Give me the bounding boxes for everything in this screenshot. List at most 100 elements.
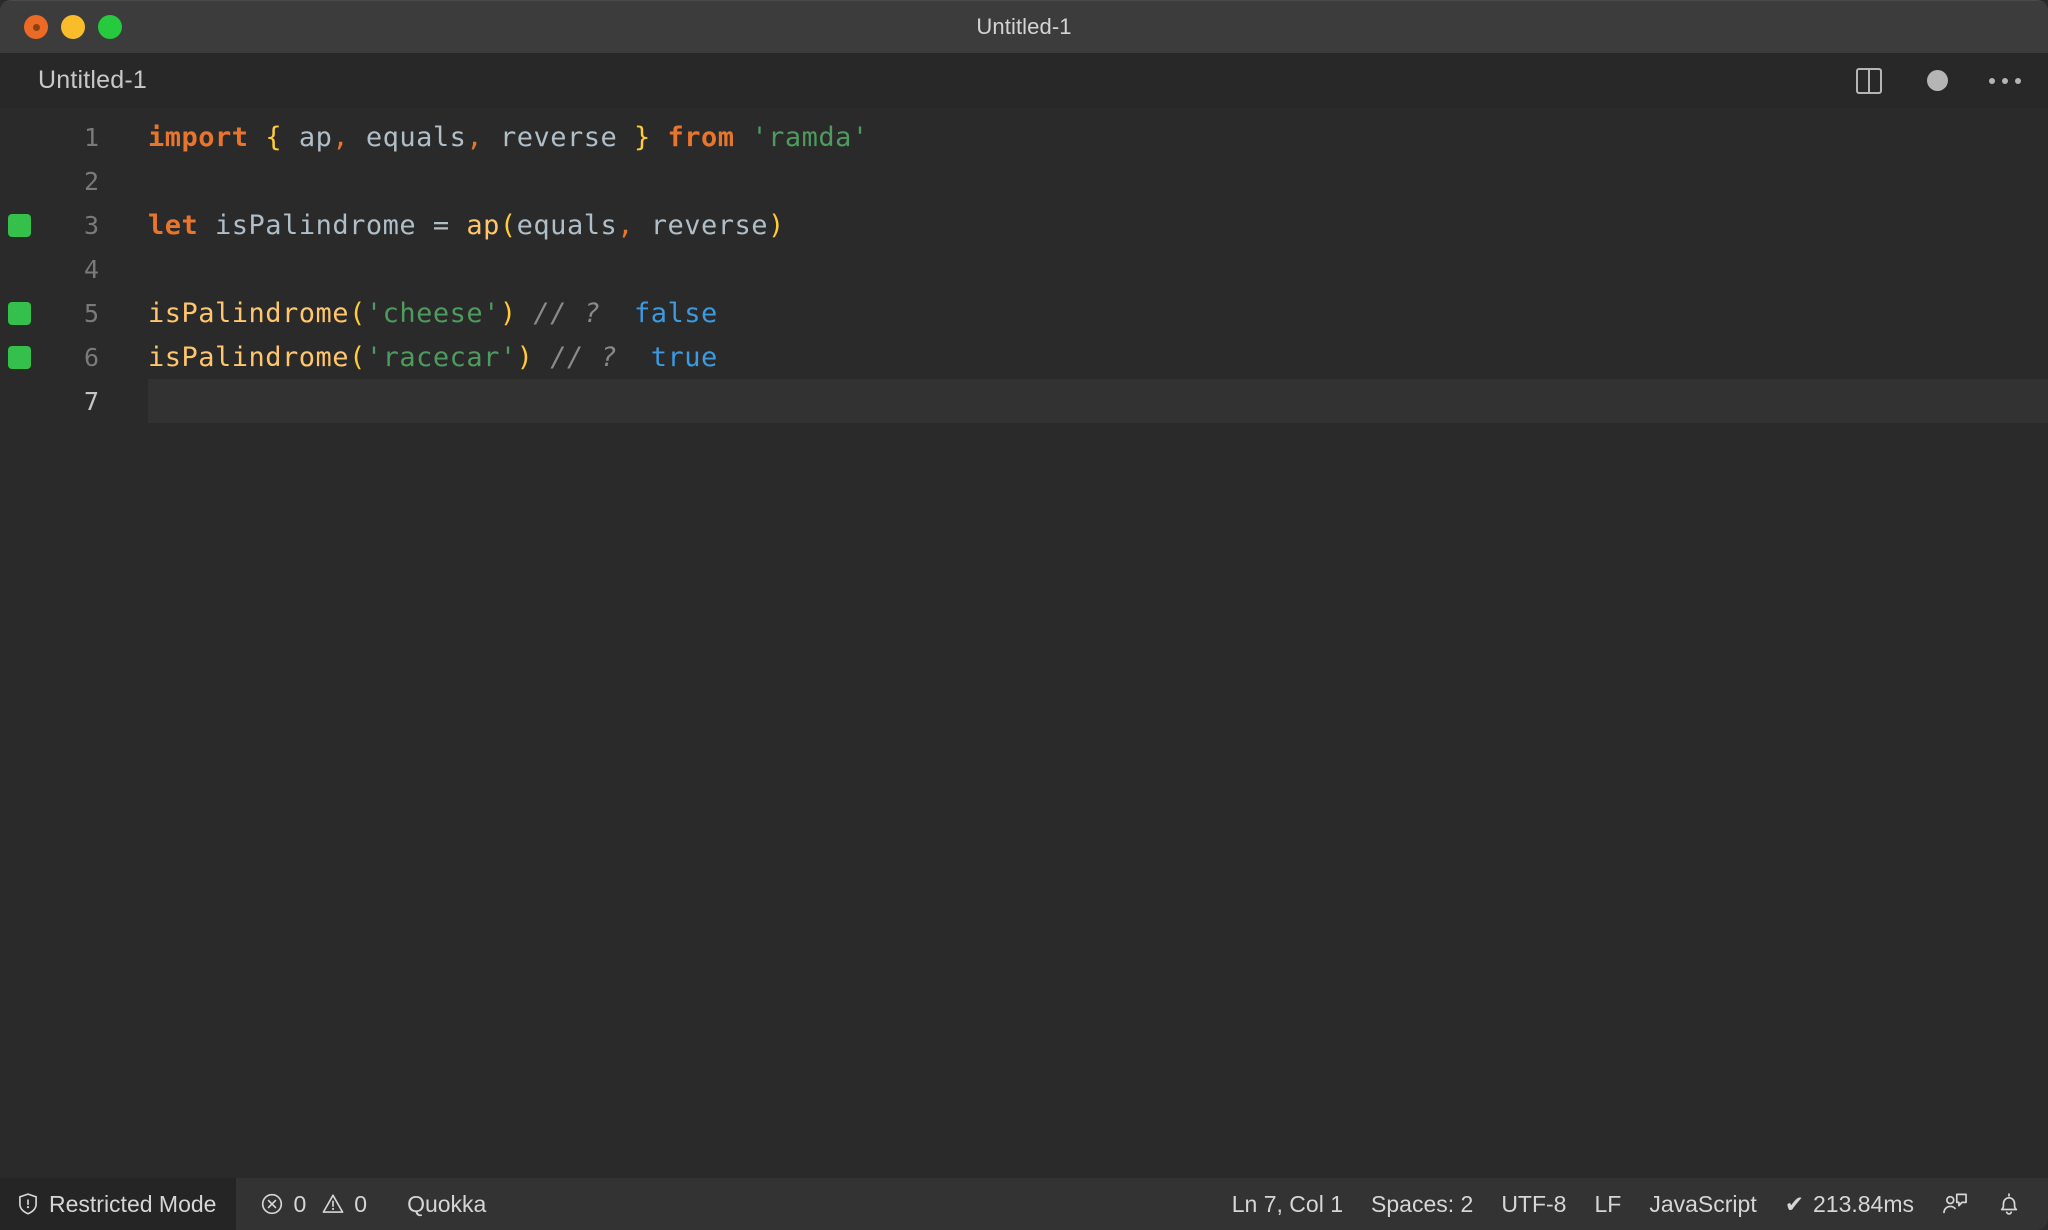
status-feedback[interactable] [1928,1191,1982,1217]
code-token: reverse [483,121,634,153]
status-notifications[interactable] [1982,1191,2048,1217]
code-token: ( [349,341,366,373]
maximize-button[interactable] [98,15,122,39]
bell-icon [1996,1191,2022,1217]
code-token: isPalindrome [148,297,350,329]
code-token: from [667,121,735,153]
status-eol-label: LF [1594,1190,1622,1217]
split-editor-icon [1856,67,1882,94]
status-encoding[interactable]: UTF-8 [1487,1191,1580,1218]
split-editor-button[interactable] [1852,64,1886,98]
quokka-live-marker-icon [7,213,31,237]
code-token: } [634,121,651,153]
code-token: // ? [550,341,618,373]
code-token: equals [516,209,618,241]
code-token: 'cheese' [365,297,500,329]
more-actions-button[interactable] [1988,64,2022,98]
active-line-highlight [148,379,2048,423]
quokka-live-marker-icon [7,345,31,369]
traffic-light-group [0,15,122,39]
code-token: , [617,209,634,241]
status-error-count: 0 [293,1190,307,1217]
code-line[interactable]: 7 [0,379,2048,423]
code-token: 'ramda' [751,121,869,153]
code-token: 'racecar' [365,341,517,373]
shield-icon [16,1192,40,1216]
status-quokka[interactable]: Quokka [393,1178,500,1230]
code-token: ) [499,297,517,329]
code-token: ap [282,121,333,153]
status-language-mode[interactable]: JavaScript [1635,1191,1770,1218]
status-eol[interactable]: LF [1580,1191,1635,1218]
code-lines-container: 1 import { ap, equals, reverse } from 'ra… [0,108,2048,423]
more-actions-icon [1989,77,2021,84]
code-token: ( [499,209,517,241]
code-line-content: let isPalindrome = ap(equals, reverse) [103,210,785,241]
code-token: reverse [633,209,769,241]
status-restricted-mode-label: Restricted Mode [49,1190,217,1217]
unsaved-indicator-button[interactable] [1920,64,1954,98]
line-number: 4 [83,254,99,284]
code-token: ) [516,341,534,373]
status-indentation-label: Spaces: 2 [1371,1190,1474,1217]
line-number: 2 [83,166,99,196]
status-indentation[interactable]: Spaces: 2 [1357,1191,1487,1218]
status-run-time-label: 213.84ms [1812,1190,1914,1217]
code-line[interactable]: 2 [0,159,2048,203]
code-token: isPalindrome [148,341,350,373]
status-problems[interactable]: 0 0 [246,1178,381,1230]
code-token: , [332,121,350,153]
gutter-marker-slot[interactable] [0,345,38,369]
status-restricted-mode[interactable]: Restricted Mode [0,1178,237,1230]
line-number: 6 [83,342,99,372]
check-icon: ✔ [1784,1190,1804,1217]
code-line[interactable]: 4 [0,247,2048,291]
code-editor[interactable]: 1 import { ap, equals, reverse } from 'ra… [0,108,2048,1178]
code-line[interactable]: 3 let isPalindrome = ap(equals, reverse) [0,203,2048,247]
vscode-window: Untitled-1 Untitled-1 1 import { ap, equa… [0,0,2048,1230]
status-cursor-position-label: Ln 7, Col 1 [1231,1190,1344,1217]
code-token: true [650,341,718,373]
status-quokka-label: Quokka [407,1190,487,1217]
code-line[interactable]: 6 isPalindrome('racecar') // ? true [0,335,2048,379]
status-language-mode-label: JavaScript [1649,1190,1757,1217]
status-run-time[interactable]: ✔ 213.84ms [1771,1191,1928,1218]
tab-untitled-1[interactable]: Untitled-1 [38,66,147,95]
code-line[interactable]: 1 import { ap, equals, reverse } from 'ra… [0,115,2048,159]
code-token: // ? [533,297,601,329]
line-number: 1 [83,122,99,152]
status-bar-right-group: Ln 7, Col 1 Spaces: 2 UTF-8 LF JavaScrip… [1218,1191,2048,1218]
code-line-content: isPalindrome('racecar') // ? true [103,342,718,373]
close-button[interactable] [24,15,48,39]
code-line-content: isPalindrome('cheese') // ? false [103,298,718,329]
gutter-marker-slot[interactable] [0,301,38,325]
status-encoding-label: UTF-8 [1501,1190,1567,1217]
code-token: = [432,209,450,241]
window-title: Untitled-1 [976,14,1072,39]
code-token: import [148,121,249,153]
code-token: , [466,121,484,153]
quokka-live-marker-icon [7,301,31,325]
status-bar: Restricted Mode 0 0 Quokka Ln 7, Col 1 S… [0,1178,2048,1230]
code-token: ( [349,297,366,329]
code-line[interactable]: 5 isPalindrome('cheese') // ? false [0,291,2048,335]
minimize-button[interactable] [61,15,85,39]
line-number: 7 [83,386,99,416]
code-token: { [265,121,283,153]
warning-icon [321,1192,345,1216]
status-warning-count: 0 [354,1190,368,1217]
code-line-content: import { ap, equals, reverse } from 'ram… [103,122,869,153]
gutter-marker-slot[interactable] [0,213,38,237]
unsaved-dot-icon [1926,70,1948,91]
status-cursor-position[interactable]: Ln 7, Col 1 [1218,1191,1357,1218]
code-token: ap [466,209,500,241]
line-number: 3 [83,210,99,240]
